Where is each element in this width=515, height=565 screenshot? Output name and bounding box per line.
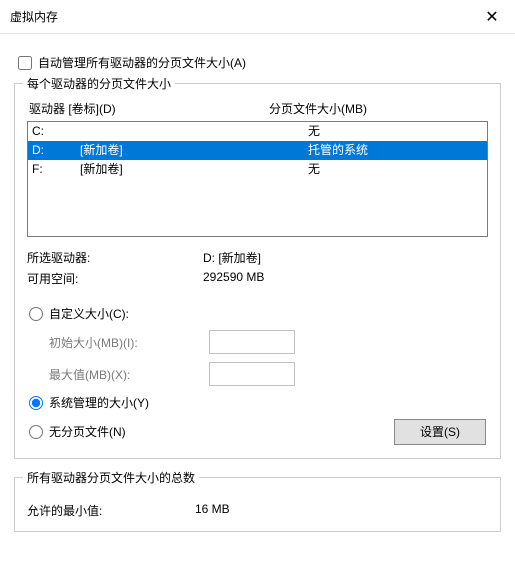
selected-drive-label: 所选驱动器: [27, 249, 203, 266]
min-allowed-row: 允许的最小值: 16 MB [27, 502, 488, 519]
max-size-label: 最大值(MB)(X): [49, 366, 209, 383]
selected-drive-row: 所选驱动器: D: [新加卷] [27, 249, 488, 266]
drive-volume: [新加卷] [80, 141, 308, 160]
per-drive-group-title: 每个驱动器的分页文件大小 [23, 75, 175, 92]
per-drive-groupbox: 每个驱动器的分页文件大小 驱动器 [卷标](D) 分页文件大小(MB) C:无D… [14, 83, 501, 459]
free-space-label: 可用空间: [27, 270, 203, 287]
max-size-input[interactable] [209, 362, 295, 386]
content-area: 自动管理所有驱动器的分页文件大小(A) 每个驱动器的分页文件大小 驱动器 [卷标… [0, 34, 515, 532]
close-button[interactable]: ✕ [469, 0, 515, 34]
size-options: 自定义大小(C): 初始大小(MB)(I): 最大值(MB)(X): 系统管理的… [27, 305, 488, 446]
free-space-row: 可用空间: 292590 MB [27, 270, 488, 287]
auto-manage-checkbox[interactable] [18, 56, 32, 70]
radio-custom-label: 自定义大小(C): [49, 305, 129, 322]
max-size-row: 最大值(MB)(X): [49, 362, 488, 386]
drive-pagefile: 无 [308, 122, 483, 141]
drive-row[interactable]: D:[新加卷]托管的系统 [28, 141, 487, 160]
drive-letter: D: [32, 141, 80, 160]
radio-system-label: 系统管理的大小(Y) [49, 394, 149, 411]
radio-none-row-wrap: 无分页文件(N) 设置(S) [27, 417, 488, 446]
radio-none[interactable] [29, 425, 43, 439]
free-space-value: 292590 MB [203, 270, 264, 287]
drive-volume [80, 122, 308, 141]
min-allowed-value: 16 MB [195, 502, 230, 519]
totals-groupbox: 所有驱动器分页文件大小的总数 允许的最小值: 16 MB [14, 477, 501, 532]
drive-letter: F: [32, 160, 80, 179]
radio-custom-row[interactable]: 自定义大小(C): [27, 305, 488, 322]
drive-volume: [新加卷] [80, 160, 308, 179]
custom-size-inputs: 初始大小(MB)(I): 最大值(MB)(X): [49, 330, 488, 386]
auto-manage-checkbox-row[interactable]: 自动管理所有驱动器的分页文件大小(A) [18, 54, 501, 71]
min-allowed-label: 允许的最小值: [27, 502, 195, 519]
radio-none-row[interactable]: 无分页文件(N) [27, 423, 126, 440]
set-button[interactable]: 设置(S) [394, 419, 486, 445]
drive-list-header: 驱动器 [卷标](D) 分页文件大小(MB) [27, 98, 488, 121]
drive-letter: C: [32, 122, 80, 141]
col-drive-header: 驱动器 [卷标](D) [29, 100, 269, 117]
drive-row[interactable]: F:[新加卷]无 [28, 160, 487, 179]
window-title: 虚拟内存 [10, 8, 58, 25]
totals-group-title: 所有驱动器分页文件大小的总数 [23, 469, 199, 486]
drive-listbox[interactable]: C:无D:[新加卷]托管的系统F:[新加卷]无 [27, 121, 488, 237]
radio-system[interactable] [29, 396, 43, 410]
auto-manage-label: 自动管理所有驱动器的分页文件大小(A) [38, 54, 246, 71]
radio-custom[interactable] [29, 307, 43, 321]
titlebar: 虚拟内存 ✕ [0, 0, 515, 34]
radio-none-label: 无分页文件(N) [49, 423, 126, 440]
drive-row[interactable]: C: 无 [28, 122, 487, 141]
radio-system-row[interactable]: 系统管理的大小(Y) [27, 394, 488, 411]
initial-size-input[interactable] [209, 330, 295, 354]
close-icon: ✕ [485, 7, 498, 27]
initial-size-label: 初始大小(MB)(I): [49, 334, 209, 351]
col-pagefile-header: 分页文件大小(MB) [269, 100, 486, 117]
drive-pagefile: 无 [308, 160, 483, 179]
selected-drive-value: D: [新加卷] [203, 249, 261, 266]
initial-size-row: 初始大小(MB)(I): [49, 330, 488, 354]
drive-pagefile: 托管的系统 [308, 141, 483, 160]
